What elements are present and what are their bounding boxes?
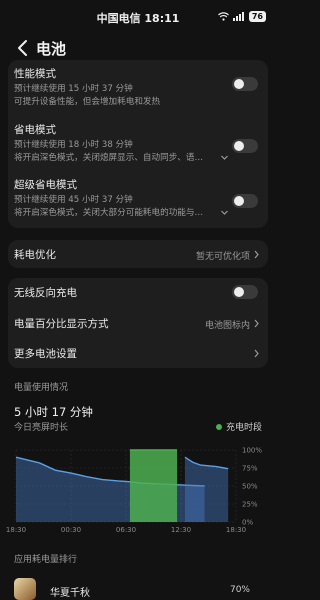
- super-saving-row[interactable]: 超级省电模式 预计继续使用 45 小时 37 分钟 将开启深色模式，关闭大部分可…: [8, 175, 268, 227]
- power-saving-row[interactable]: 省电模式 预计继续使用 18 小时 38 分钟 将开启深色模式，关闭熄屏显示、自…: [8, 120, 268, 172]
- app-usage-row[interactable]: 华夏千秋 70%: [0, 574, 276, 600]
- x-tick-label: 18:30: [6, 526, 26, 534]
- optimization-card[interactable]: 耗电优化 暂无可优化项: [8, 240, 268, 268]
- charging-dot-icon: [215, 423, 222, 430]
- page-title: 电池: [36, 40, 67, 58]
- performance-mode-desc: 可提升设备性能，但会增加耗电和发热: [14, 97, 161, 107]
- y-tick-label: 50%: [242, 483, 258, 491]
- super-saving-estimate: 预计继续使用 45 小时 37 分钟: [14, 195, 133, 205]
- signal-icon: [232, 12, 244, 21]
- performance-mode-row[interactable]: 性能模式 预计继续使用 15 小时 37 分钟 可提升设备性能，但会增加耗电和发…: [8, 60, 268, 112]
- optimization-title: 耗电优化: [14, 249, 56, 261]
- wifi-icon: [217, 12, 229, 21]
- performance-mode-estimate: 预计继续使用 15 小时 37 分钟: [14, 84, 133, 94]
- percent-display-value: 电池图标内: [204, 321, 250, 331]
- mode-card: 性能模式 预计继续使用 15 小时 37 分钟 可提升设备性能，但会增加耗电和发…: [8, 60, 268, 228]
- wireless-reverse-toggle[interactable]: [232, 285, 258, 299]
- battery-usage-chart[interactable]: 100%75%50%25%0%18:30 00:30 06:30 12:30 18:30: [0, 436, 276, 536]
- battery-icon: 76: [248, 11, 266, 22]
- power-saving-desc: 将开启深色模式，关闭熄屏显示、自动同步、语…: [14, 153, 204, 163]
- x-tick-label: 12:30: [171, 526, 191, 534]
- app-ranking-title: 应用耗电量排行: [14, 555, 78, 565]
- x-tick-label: 18:30: [226, 526, 246, 534]
- percent-display-row[interactable]: 电量百分比显示方式 电池图标内: [8, 309, 268, 337]
- optimization-value: 暂无可优化项: [195, 252, 250, 262]
- power-saving-estimate: 预计继续使用 18 小时 38 分钟: [14, 140, 133, 150]
- super-saving-desc: 将开启深色模式，关闭大部分可能耗电的功能与…: [14, 208, 204, 218]
- status-icons: 76: [217, 11, 266, 22]
- screen-on-time: 5 小时 17 分钟: [14, 405, 93, 419]
- performance-mode-toggle[interactable]: [232, 77, 258, 91]
- performance-mode-title: 性能模式: [14, 68, 56, 80]
- super-saving-title: 超级省电模式: [14, 179, 77, 191]
- page-header: 电池: [0, 36, 276, 60]
- y-tick-label: 25%: [242, 501, 258, 509]
- settings-card: 无线反向充电 电量百分比显示方式 电池图标内 更多电池设置: [8, 278, 268, 368]
- chevron-right-icon: [254, 349, 259, 358]
- power-saving-title: 省电模式: [14, 124, 56, 136]
- x-tick-label: 06:30: [116, 526, 136, 534]
- x-tick-label: 00:30: [61, 526, 81, 534]
- app-icon: [14, 578, 36, 600]
- status-bar: 中国电信 18:11 76: [0, 0, 276, 36]
- app-name: 华夏千秋: [50, 588, 90, 599]
- chevron-down-icon[interactable]: [220, 208, 229, 217]
- charging-legend-label: 充电时段: [225, 423, 262, 433]
- y-tick-label: 100%: [242, 447, 262, 455]
- chevron-right-icon: [254, 250, 259, 259]
- more-settings-title: 更多电池设置: [14, 348, 77, 360]
- charging-legend: 充电时段: [215, 420, 262, 433]
- y-tick-label: 75%: [242, 465, 258, 473]
- series-area: [129, 450, 178, 522]
- chevron-right-icon: [254, 319, 259, 328]
- wireless-reverse-row[interactable]: 无线反向充电: [8, 278, 268, 306]
- app-usage-percent: 70%: [229, 585, 250, 595]
- power-saving-toggle[interactable]: [232, 139, 258, 153]
- chevron-down-icon[interactable]: [220, 153, 229, 162]
- usage-section-title: 电量使用情况: [14, 383, 69, 393]
- back-arrow-icon[interactable]: [16, 39, 30, 57]
- percent-display-title: 电量百分比显示方式: [14, 318, 109, 330]
- screen-on-label: 今日亮屏时长: [14, 423, 69, 433]
- super-saving-toggle[interactable]: [232, 194, 258, 208]
- wireless-reverse-title: 无线反向充电: [14, 287, 77, 299]
- more-settings-row[interactable]: 更多电池设置: [8, 340, 268, 368]
